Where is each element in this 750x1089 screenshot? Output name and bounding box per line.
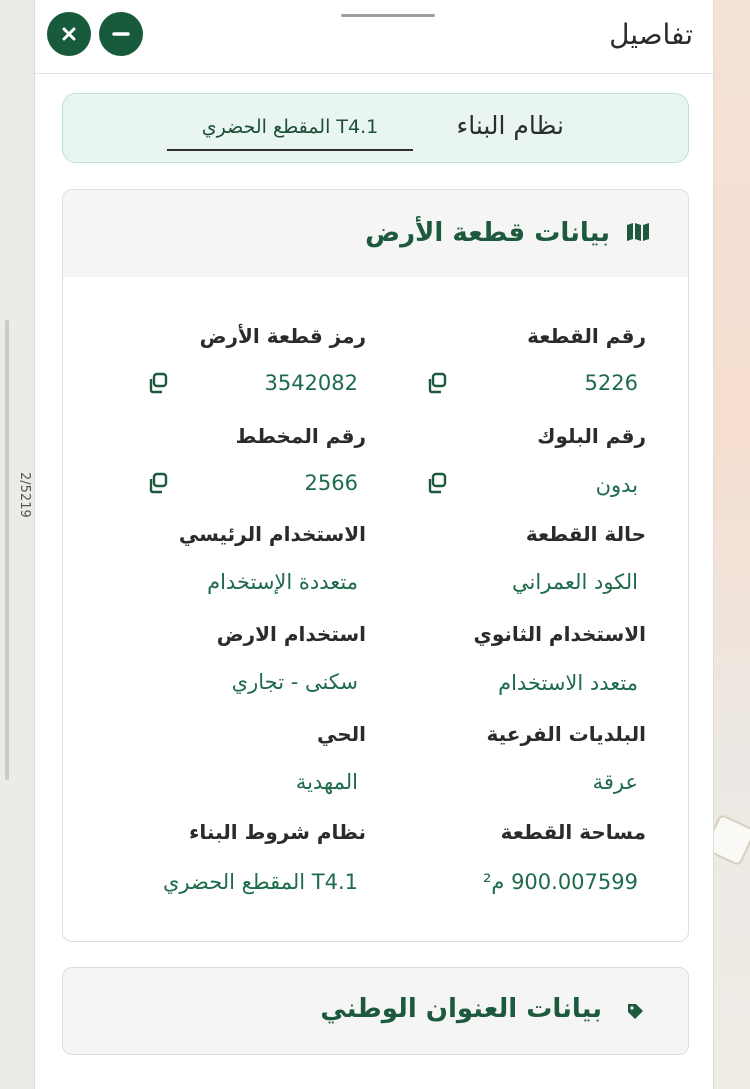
field-label-plot-code: رمز قطعة الأرض: [199, 324, 366, 348]
field-label-plan-number: رقم المخطط: [235, 424, 366, 448]
minus-icon: [112, 32, 130, 36]
field-value-main-use: متعددة الإستخدام: [207, 570, 358, 594]
panel-title: تفاصيل: [609, 18, 693, 51]
field-value-building-conditions: T4.1 المقطع الحضري: [162, 870, 358, 894]
copy-icon[interactable]: [147, 372, 169, 394]
field-label-land-use: استخدام الارض: [216, 622, 366, 646]
panel-header: تفاصيل: [35, 0, 715, 74]
minimize-button[interactable]: [99, 12, 143, 56]
field-value-block-number: بدون: [595, 473, 638, 497]
field-value-secondary-use: متعدد الاستخدام: [498, 671, 638, 695]
copy-icon[interactable]: [147, 472, 169, 494]
tag-icon: [628, 1004, 643, 1019]
details-panel: تفاصيل نظام البناء T4.1 المقطع الحضري بي…: [34, 0, 715, 1089]
field-label-plot-status: حالة القطعة: [525, 522, 646, 546]
map-icon: [627, 223, 649, 241]
land-plot-card-header[interactable]: بيانات قطعة الأرض: [63, 190, 688, 277]
field-label-plot-area: مساحة القطعة: [500, 820, 646, 844]
field-label-sub-municipality: البلديات الفرعية: [486, 722, 646, 746]
field-value-plot-area: 900.007599 م²: [482, 870, 638, 894]
field-value-plot-number: 5226: [584, 371, 638, 395]
field-label-secondary-use: الاستخدام الثانوي: [473, 622, 646, 646]
field-value-district: المهدية: [295, 770, 358, 794]
copy-icon[interactable]: [426, 372, 448, 394]
copy-icon[interactable]: [426, 472, 448, 494]
field-value-plan-number: 2566: [304, 471, 358, 495]
field-label-building-conditions: نظام شروط البناء: [189, 820, 366, 844]
building-system-banner: نظام البناء T4.1 المقطع الحضري: [62, 93, 689, 163]
field-label-district: الحي: [316, 722, 366, 746]
field-value-plot-status: الكود العمراني: [512, 570, 638, 594]
national-address-title: بيانات العنوان الوطني: [320, 994, 602, 1024]
building-system-value[interactable]: T4.1 المقطع الحضري: [167, 116, 413, 151]
close-icon: [62, 27, 76, 41]
field-value-plot-code: 3542082: [264, 371, 358, 395]
national-address-card[interactable]: بيانات العنوان الوطني: [62, 967, 689, 1055]
close-button[interactable]: [47, 12, 91, 56]
map-road-label: 2/5219: [17, 472, 32, 518]
building-system-label: نظام البناء: [456, 111, 564, 140]
map-background-right: [703, 0, 750, 1089]
field-value-land-use: سكنى - تجاري: [231, 670, 358, 694]
land-plot-card-title: بيانات قطعة الأرض: [365, 218, 610, 248]
field-label-block-number: رقم البلوك: [537, 424, 646, 448]
scrollbar[interactable]: [5, 320, 9, 780]
land-plot-card: بيانات قطعة الأرض رقم القطعة رمز قطعة ال…: [62, 189, 689, 942]
field-value-sub-municipality: عرقة: [592, 770, 638, 794]
field-label-main-use: الاستخدام الرئيسي: [178, 522, 366, 546]
map-background-left: 2/5219: [0, 0, 34, 1089]
field-label-plot-number: رقم القطعة: [527, 324, 646, 348]
